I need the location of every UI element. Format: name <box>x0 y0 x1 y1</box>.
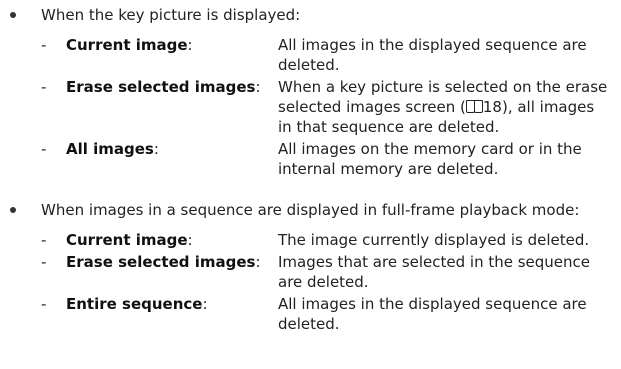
option-item-all-images: - All images: All images on the memory c… <box>0 139 621 179</box>
option-term: Erase selected images: <box>66 78 261 96</box>
option-term: Current image: <box>66 36 193 54</box>
option-term: Entire sequence: <box>66 295 208 313</box>
option-description: Images that are selected in the sequence… <box>278 253 591 291</box>
option-description: The image currently displayed is deleted… <box>278 231 590 249</box>
option-item-current-image: - Current image: The image currently dis… <box>0 230 621 250</box>
option-term: Erase selected images: <box>66 253 261 271</box>
manual-page: When the key picture is displayed: - Cur… <box>0 0 621 369</box>
section-key-picture: When the key picture is displayed: - Cur… <box>0 5 621 179</box>
section-full-frame-playback: When images in a sequence are displayed … <box>0 200 621 334</box>
option-item-erase-selected: - Erase selected images: Images that are… <box>0 252 621 292</box>
option-item-entire-sequence: - Entire sequence: All images in the dis… <box>0 294 621 334</box>
book-reference-icon <box>465 100 483 113</box>
option-term: Current image: <box>66 231 193 249</box>
bullet-dot-icon <box>10 207 16 213</box>
option-description: All images in the displayed sequence are… <box>278 295 587 333</box>
bullet-item: When images in a sequence are displayed … <box>0 200 621 220</box>
bullet-item: When the key picture is displayed: <box>0 5 621 25</box>
option-description: When a key picture is selected on the er… <box>278 78 608 136</box>
dash-marker: - <box>41 253 47 271</box>
dash-marker: - <box>41 295 47 313</box>
dash-marker: - <box>41 231 47 249</box>
option-item-current-image: - Current image: All images in the displ… <box>0 35 621 75</box>
option-description: All images in the displayed sequence are… <box>278 36 587 74</box>
option-item-erase-selected: - Erase selected images: When a key pict… <box>0 77 621 137</box>
page-reference: 18 <box>482 98 502 116</box>
dash-marker: - <box>41 140 47 158</box>
dash-marker: - <box>41 36 47 54</box>
bullet-dot-icon <box>10 12 16 18</box>
dash-marker: - <box>41 78 47 96</box>
option-term: All images: <box>66 140 159 158</box>
bullet-text: When the key picture is displayed: <box>41 6 301 24</box>
bullet-text: When images in a sequence are displayed … <box>41 201 580 219</box>
option-description: All images on the memory card or in the … <box>278 140 582 178</box>
